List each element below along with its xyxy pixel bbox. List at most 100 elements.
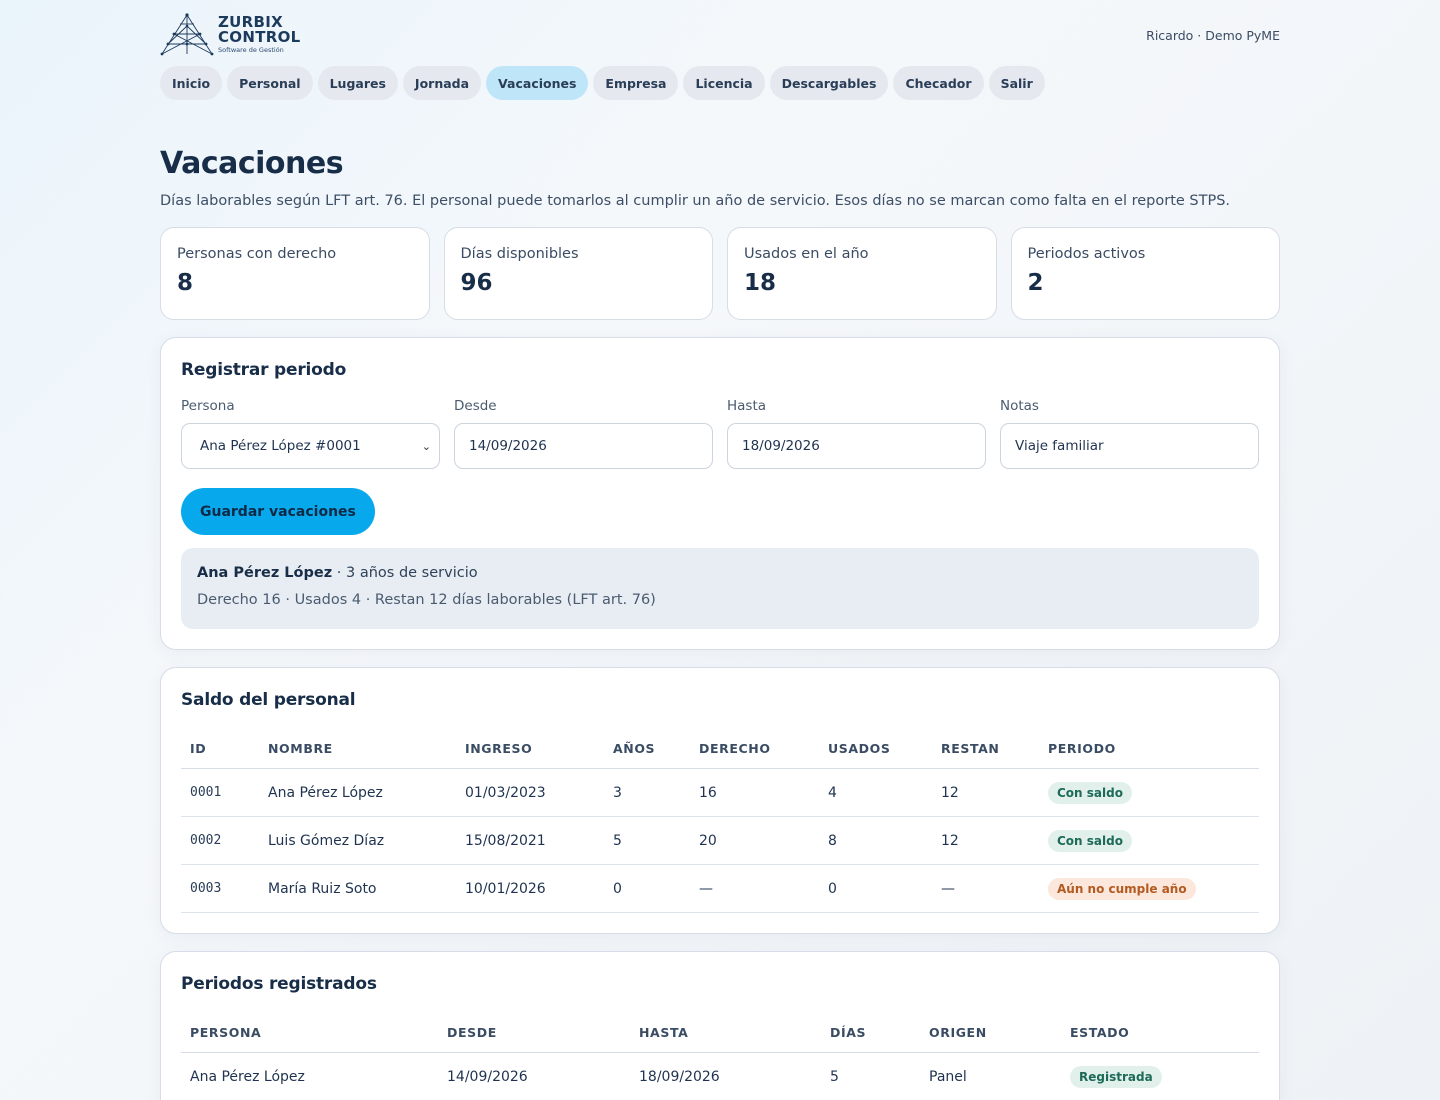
- table-row[interactable]: Ana Pérez López 14/09/2026 18/09/2026 5 …: [181, 1052, 1259, 1100]
- balance-info-box: Ana Pérez López · 3 años de servicio Der…: [181, 548, 1259, 629]
- periodos-table: PERSONA DESDE HASTA DÍAS ORIGEN ESTADO A…: [181, 1016, 1259, 1100]
- stat-label: Periodos activos: [1027, 246, 1146, 262]
- cell-desde: 14/09/2026: [438, 1052, 630, 1100]
- hasta-input[interactable]: 18/09/2026: [727, 423, 986, 469]
- saldo-card: Saldo del personal ID NOMBRE INGRESO AÑO…: [160, 667, 1280, 934]
- logo-mesh-icon: [160, 13, 214, 56]
- cell-persona: Ana Pérez López: [181, 1052, 438, 1100]
- col-periodo: PERIODO: [1039, 732, 1259, 769]
- col-id: ID: [181, 732, 259, 769]
- cell-usados: 8: [819, 816, 932, 865]
- status-badge: Aún no cumple año: [1048, 877, 1196, 900]
- chevron-down-icon: ⌄: [421, 439, 431, 453]
- page-title: Vacaciones: [160, 146, 344, 181]
- cell-usados: 4: [819, 768, 932, 817]
- saldo-table: ID NOMBRE INGRESO AÑOS DERECHO USADOS RE…: [181, 732, 1259, 913]
- periodos-card: Periodos registrados PERSONA DESDE HASTA…: [160, 951, 1280, 1100]
- cell-restan: —: [932, 864, 1039, 913]
- stat-value: 8: [177, 270, 194, 296]
- col-desde: DESDE: [438, 1016, 630, 1053]
- status-badge: Con saldo: [1048, 829, 1132, 852]
- nav-checador[interactable]: Checador: [893, 66, 984, 100]
- stat-label: Personas con derecho: [177, 246, 337, 262]
- nav-vacaciones[interactable]: Vacaciones: [486, 66, 589, 100]
- cell-ingreso: 15/08/2021: [456, 816, 604, 865]
- brand-line2: CONTROL: [218, 27, 301, 46]
- page-subtitle: Días laborables según LFT art. 76. El pe…: [160, 193, 1231, 209]
- cell-derecho: —: [690, 864, 819, 913]
- stat-value: 18: [744, 270, 777, 296]
- col-derecho: DERECHO: [690, 732, 819, 769]
- col-restan: RESTAN: [932, 732, 1039, 769]
- col-hasta: HASTA: [630, 1016, 821, 1053]
- stat-card: Días disponibles 96: [443, 227, 713, 320]
- stat-label: Días disponibles: [460, 246, 579, 262]
- cell-derecho: 20: [690, 816, 819, 865]
- notas-value: Viaje familiar: [1015, 438, 1104, 454]
- notas-input[interactable]: Viaje familiar: [1000, 423, 1259, 469]
- hasta-label: Hasta: [727, 398, 767, 414]
- cell-id: 0003: [181, 864, 259, 913]
- cell-restan: 12: [932, 816, 1039, 865]
- cell-nombre: Luis Gómez Díaz: [259, 816, 456, 865]
- brand-tagline: Software de Gestión: [218, 45, 284, 54]
- topbar: ZURBIX CONTROL Software de Gestión Ricar…: [160, 0, 1280, 62]
- cell-anos: 0: [604, 864, 690, 913]
- brand-logo[interactable]: ZURBIX CONTROL Software de Gestión: [160, 12, 301, 56]
- nav-jornada[interactable]: Jornada: [402, 66, 482, 100]
- cell-anos: 5: [604, 816, 690, 865]
- nav-empresa[interactable]: Empresa: [593, 66, 679, 100]
- cell-id: 0002: [181, 816, 259, 865]
- cell-nombre: Ana Pérez López: [259, 768, 456, 817]
- nav-licencia[interactable]: Licencia: [683, 66, 765, 100]
- persona-label: Persona: [181, 398, 235, 414]
- desde-input[interactable]: 14/09/2026: [454, 423, 713, 469]
- table-row[interactable]: 0001 Ana Pérez López 01/03/2023 3 16 4 1…: [181, 768, 1259, 817]
- cell-hasta: 18/09/2026: [630, 1052, 821, 1100]
- stat-card: Usados en el año 18: [727, 227, 997, 320]
- persona-select[interactable]: Ana Pérez López #0001 ⌄: [181, 423, 440, 469]
- col-nombre: NOMBRE: [259, 732, 456, 769]
- cell-id: 0001: [181, 768, 259, 817]
- cell-restan: 12: [932, 768, 1039, 817]
- nav-lugares[interactable]: Lugares: [317, 66, 398, 100]
- saldo-title: Saldo del personal: [181, 690, 356, 710]
- stat-value: 96: [460, 270, 493, 296]
- info-detail: Derecho 16 · Usados 4 · Restan 12 días l…: [197, 592, 656, 608]
- stat-value: 2: [1027, 270, 1044, 296]
- info-service: · 3 años de servicio: [332, 565, 478, 581]
- cell-ingreso: 10/01/2026: [456, 864, 604, 913]
- col-dias: DÍAS: [821, 1016, 920, 1053]
- periodos-title: Periodos registrados: [181, 974, 377, 994]
- cell-anos: 3: [604, 768, 690, 817]
- cell-derecho: 16: [690, 768, 819, 817]
- stat-label: Usados en el año: [744, 246, 869, 262]
- cell-dias: 5: [821, 1052, 920, 1100]
- persona-value: Ana Pérez López #0001: [200, 438, 361, 454]
- stats-row: Personas con derecho 8 Días disponibles …: [160, 227, 1280, 320]
- user-info: Ricardo · Demo PyME: [1146, 28, 1280, 43]
- cell-nombre: María Ruiz Soto: [259, 864, 456, 913]
- status-badge: Registrada: [1070, 1065, 1162, 1088]
- notas-label: Notas: [1000, 398, 1039, 414]
- table-row[interactable]: 0002 Luis Gómez Díaz 15/08/2021 5 20 8 1…: [181, 816, 1259, 865]
- stat-card: Periodos activos 2: [1010, 227, 1280, 320]
- col-anos: AÑOS: [604, 732, 690, 769]
- cell-ingreso: 01/03/2023: [456, 768, 604, 817]
- col-usados: USADOS: [819, 732, 932, 769]
- nav-salir[interactable]: Salir: [988, 66, 1045, 100]
- nav-descargables[interactable]: Descargables: [769, 66, 889, 100]
- desde-label: Desde: [454, 398, 497, 414]
- desde-value: 14/09/2026: [469, 438, 547, 454]
- stat-card: Personas con derecho 8: [160, 227, 430, 320]
- hasta-value: 18/09/2026: [742, 438, 820, 454]
- cell-usados: 0: [819, 864, 932, 913]
- status-badge: Con saldo: [1048, 781, 1132, 804]
- col-persona: PERSONA: [181, 1016, 438, 1053]
- nav-personal[interactable]: Personal: [227, 66, 313, 100]
- main-nav: Inicio Personal Lugares Jornada Vacacion…: [160, 66, 1280, 100]
- table-row[interactable]: 0003 María Ruiz Soto 10/01/2026 0 — 0 — …: [181, 864, 1259, 913]
- nav-inicio[interactable]: Inicio: [160, 66, 223, 100]
- save-vacations-button[interactable]: Guardar vacaciones: [181, 488, 375, 535]
- col-ingreso: INGRESO: [456, 732, 604, 769]
